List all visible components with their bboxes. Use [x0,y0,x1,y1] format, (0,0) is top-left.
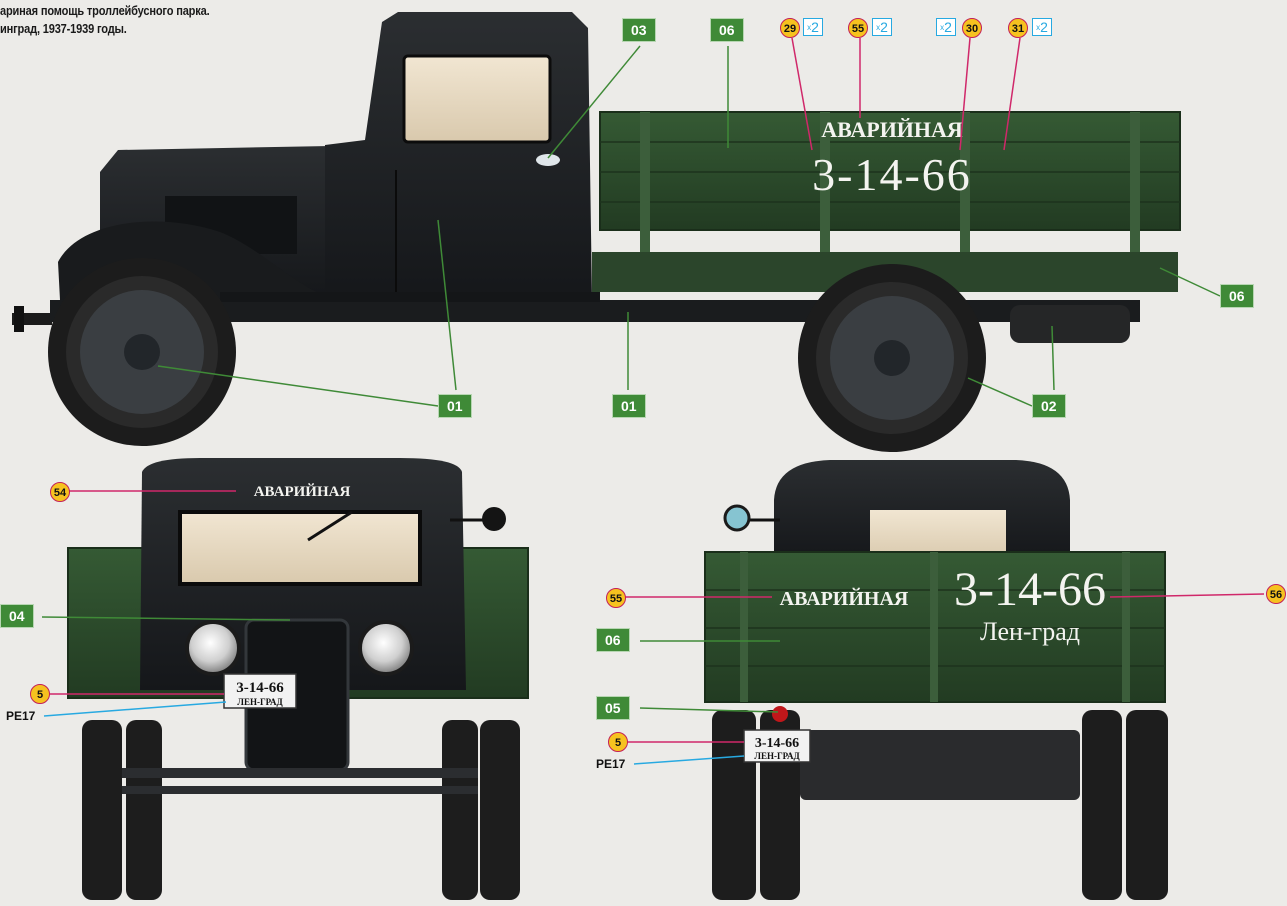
decal-5-rear: 5 [608,732,628,752]
running-board [220,292,600,302]
rear-avariynaya-text: АВАРИЙНАЯ [780,587,909,610]
decal-5-front: 5 [30,684,50,704]
rear-city-text: Лен-град [980,617,1080,646]
tow-hook-plate [14,306,24,332]
side-window [402,54,552,144]
side-view: АВАРИЙНАЯ 3-14-66 [12,12,1181,452]
front-bumper-2 [122,786,478,794]
rear-view: 3-14-66 ЛЕН-ГРАД АВАРИЙНАЯ 3-14-66 Лен-г… [704,460,1168,900]
multiplier-value: 2 [944,19,952,35]
multiplier-x2-d: x2 [1032,18,1052,36]
paint-callout-05: 05 [596,696,630,720]
multiplier-x2-b: x2 [872,18,892,36]
decal-55-rear: 55 [606,588,626,608]
multiplier-value: 2 [811,19,819,35]
paint-callout-03: 03 [622,18,656,42]
multiplier-value: 2 [880,19,888,35]
spare-wheel [1010,305,1130,343]
front-plate-number: 3-14-66 [236,680,284,696]
rear-right-wheel-2 [1126,710,1168,900]
side-avariynaya-text: АВАРИЙНАЯ [821,117,963,142]
rear-plate-city: ЛЕН-ГРАД [754,751,800,761]
front-view: 3-14-66 ЛЕН-ГРАД АВАРИЙНАЯ [67,458,529,900]
front-avariynaya-text: АВАРИЙНАЯ [254,483,351,500]
multiplier-x2-c: x2 [936,18,956,36]
side-front-wheel [48,258,236,446]
rear-axle [800,730,1080,800]
front-mirror [482,507,506,531]
decal-31: 31 [1008,18,1028,38]
front-view-right-wheel-2 [480,720,520,900]
front-windshield [178,510,422,586]
leader-pe17-front [43,701,227,717]
decal-54: 54 [50,482,70,502]
decal-29: 29 [780,18,800,38]
decal-30: 30 [962,18,982,38]
left-headlamp [185,620,241,676]
rear-number-text: 3-14-66 [954,563,1106,616]
front-view-left-wheel [82,720,122,900]
side-rear-wheel [798,264,986,452]
paint-callout-02: 02 [1032,394,1066,418]
rear-mirror [723,504,751,532]
decal-56: 56 [1266,584,1286,604]
pe17-front-label: PE17 [6,709,36,723]
multiplier-value: 2 [1040,19,1048,35]
paint-callout-01-b: 01 [612,394,646,418]
side-mirror [536,154,560,166]
decal-painting-guide: ариная помощь троллейбусного парка. ингр… [0,0,1287,906]
paint-callout-06-side: 06 [1220,284,1254,308]
paint-callout-06-top: 06 [710,18,744,42]
drawing-canvas: АВАРИЙНАЯ 3-14-66 3-14-66 ЛЕН-ГРАД АВАРИ… [12,12,1265,900]
front-view-left-wheel-2 [126,720,162,900]
paint-callout-06-rear: 06 [596,628,630,652]
paint-callout-01-a: 01 [438,394,472,418]
front-view-right-wheel [442,720,478,900]
decal-55-top: 55 [848,18,868,38]
right-headlamp [358,620,414,676]
multiplier-x2-a: x2 [803,18,823,36]
front-bumper [122,768,478,778]
front-plate-city: ЛЕН-ГРАД [237,697,283,707]
side-number-text: 3-14-66 [812,149,972,200]
leader-05 [639,707,779,713]
pe17-rear-label: PE17 [596,757,626,771]
rear-right-wheel [1082,710,1122,900]
rear-plate-number: 3-14-66 [755,736,799,751]
paint-callout-04: 04 [0,604,34,628]
tail-lamp [772,706,788,722]
